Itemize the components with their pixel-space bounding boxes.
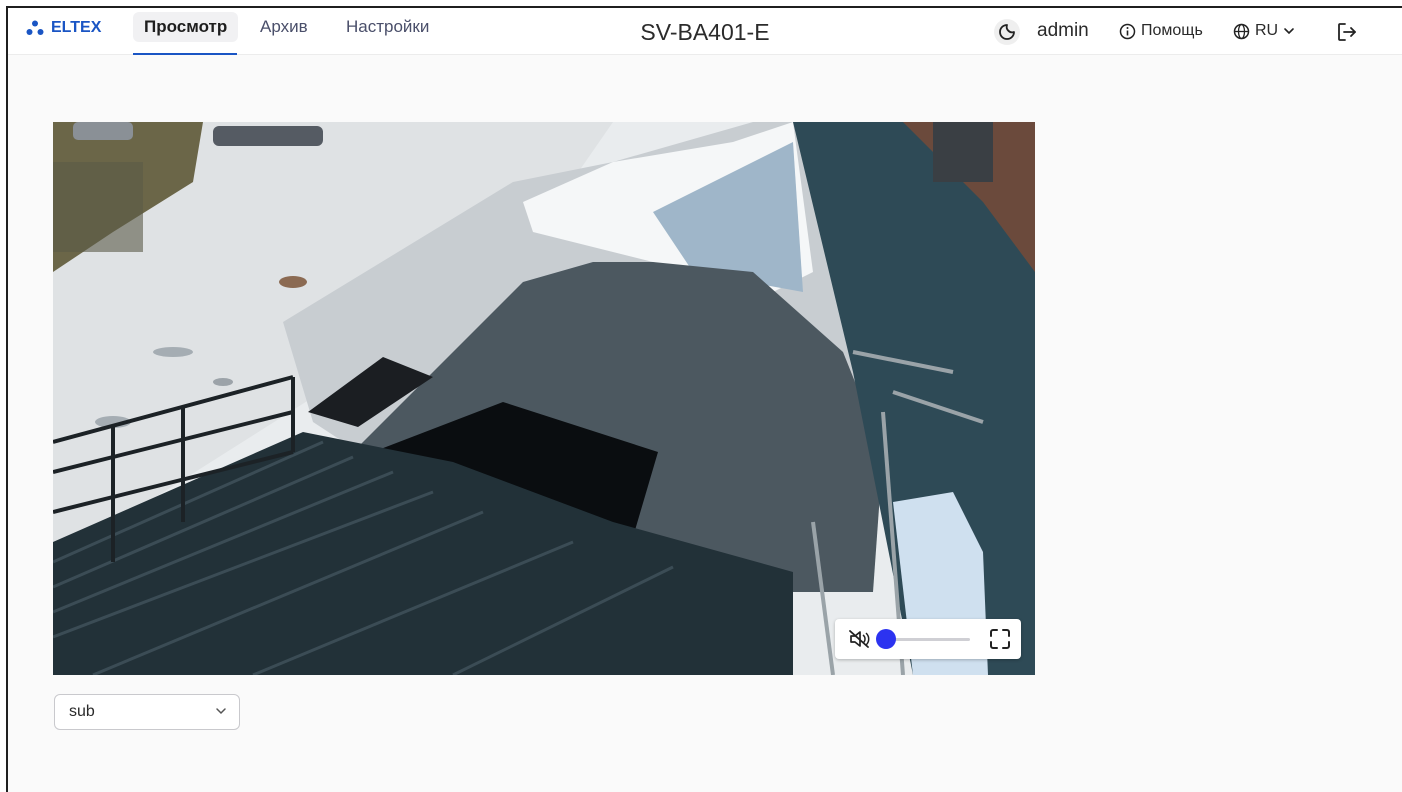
camera-feed-image [53,122,1035,675]
stream-select-value: sub [69,703,95,720]
info-icon [1119,23,1136,39]
chevron-down-icon [216,708,226,715]
tab-settings[interactable]: Настройки [335,12,440,42]
moon-icon [999,24,1015,40]
tab-archive[interactable]: Архив [249,12,319,42]
video-player[interactable] [53,122,1035,675]
help-link[interactable]: Помощь [1119,22,1203,40]
top-header: ELTEX Просмотр Архив Настройки SV-BA401-… [8,8,1402,55]
tab-view[interactable]: Просмотр [133,12,239,42]
volume-slider-thumb[interactable] [876,629,896,649]
username[interactable]: admin [1037,20,1089,42]
globe-icon [1233,23,1250,39]
eltex-logo-icon [26,20,44,35]
chevron-down-icon [1284,28,1294,35]
logout-icon [1338,23,1356,41]
muted-speaker-icon[interactable] [847,628,871,650]
help-label: Помощь [1141,22,1203,39]
player-controls [835,619,1021,659]
active-tab-indicator [133,53,237,55]
language-label: RU [1255,22,1279,39]
brand-logo[interactable]: ELTEX [26,18,101,38]
logout-button[interactable] [1335,20,1359,44]
theme-toggle-button[interactable] [994,19,1020,45]
stream-select[interactable]: sub [54,694,240,730]
language-select[interactable]: RU [1233,22,1295,40]
brand-name: ELTEX [51,19,102,36]
fullscreen-icon[interactable] [989,628,1011,650]
